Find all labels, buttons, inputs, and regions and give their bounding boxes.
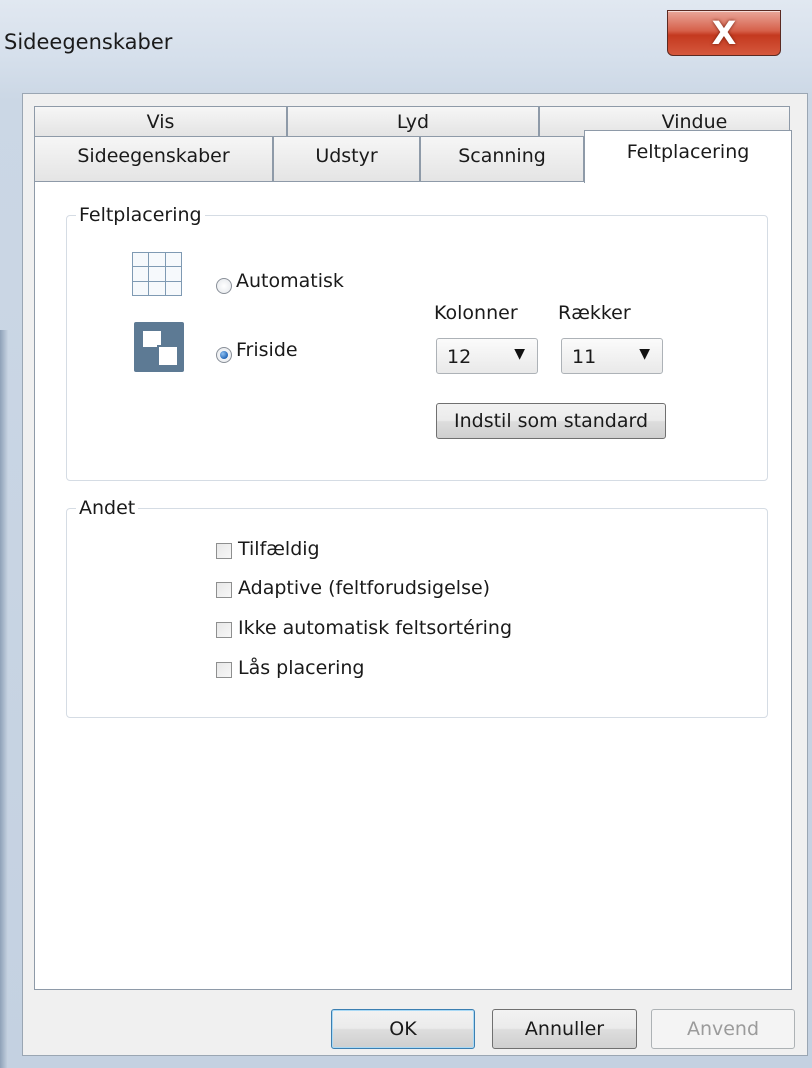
button-label: Indstil som standard xyxy=(454,410,648,432)
close-button[interactable]: X xyxy=(667,10,781,56)
rows-value: 11 xyxy=(572,346,597,368)
tab-label: Udstyr xyxy=(315,145,378,167)
tab-scanning[interactable]: Scanning xyxy=(420,136,584,182)
radio-friside-label: Friside xyxy=(236,339,298,361)
checkbox-tilfaeldig-label: Tilfældig xyxy=(238,538,320,560)
button-label: Annuller xyxy=(524,1018,605,1040)
button-label: OK xyxy=(389,1018,417,1040)
checkbox-no-auto-sort-label: Ikke automatisk feltsortéring xyxy=(238,617,513,639)
columns-value: 12 xyxy=(447,346,472,368)
rows-label: Rækker xyxy=(558,302,631,324)
chevron-down-icon: ▼ xyxy=(639,346,650,362)
chevron-down-icon: ▼ xyxy=(514,346,525,362)
tab-label: Vis xyxy=(146,110,175,133)
columns-label: Kolonner xyxy=(434,302,518,324)
close-icon: X xyxy=(711,14,737,52)
window-title: Sideegenskaber xyxy=(4,30,173,54)
checkbox-adaptive-label: Adaptive (feltforudsigelse) xyxy=(238,577,491,599)
other-group-title: Andet xyxy=(76,497,139,519)
other-group xyxy=(66,508,768,718)
window-frame-edge xyxy=(0,330,8,1068)
tab-vis[interactable]: Vis xyxy=(34,106,287,136)
ok-button[interactable]: OK xyxy=(331,1009,475,1049)
checkbox-lock-placement-label: Lås placering xyxy=(238,657,365,679)
tab-label: Lyd xyxy=(396,110,430,133)
checkbox-adaptive[interactable] xyxy=(216,582,232,598)
apply-button[interactable]: Anvend xyxy=(651,1009,795,1049)
tab-feltplacering[interactable]: Feltplacering xyxy=(584,130,792,183)
tab-label: Scanning xyxy=(458,145,546,167)
cancel-button[interactable]: Annuller xyxy=(492,1009,637,1049)
radio-friside[interactable] xyxy=(216,347,232,363)
free-layout-icon xyxy=(134,322,184,372)
dialog-window: Sideegenskaber X Vis Lyd Vindue Sideegen… xyxy=(0,0,812,1068)
checkbox-no-auto-sort[interactable] xyxy=(216,622,232,638)
tab-label: Sideegenskaber xyxy=(77,145,230,167)
tab-udstyr[interactable]: Udstyr xyxy=(273,136,420,182)
tab-sideegenskaber[interactable]: Sideegenskaber xyxy=(34,136,273,182)
placement-group-title: Feltplacering xyxy=(76,204,205,226)
checkbox-lock-placement[interactable] xyxy=(216,662,232,678)
rows-dropdown[interactable]: 11 ▼ xyxy=(561,338,663,374)
set-default-button[interactable]: Indstil som standard xyxy=(436,403,666,439)
button-label: Anvend xyxy=(686,1018,760,1040)
checkbox-tilfaeldig[interactable] xyxy=(216,543,232,559)
radio-automatisk-label: Automatisk xyxy=(236,270,344,292)
tab-lyd[interactable]: Lyd xyxy=(287,106,539,136)
tab-label: Feltplacering xyxy=(626,141,750,163)
columns-dropdown[interactable]: 12 ▼ xyxy=(436,338,538,374)
grid-layout-icon xyxy=(132,252,182,296)
radio-automatisk[interactable] xyxy=(216,278,232,294)
